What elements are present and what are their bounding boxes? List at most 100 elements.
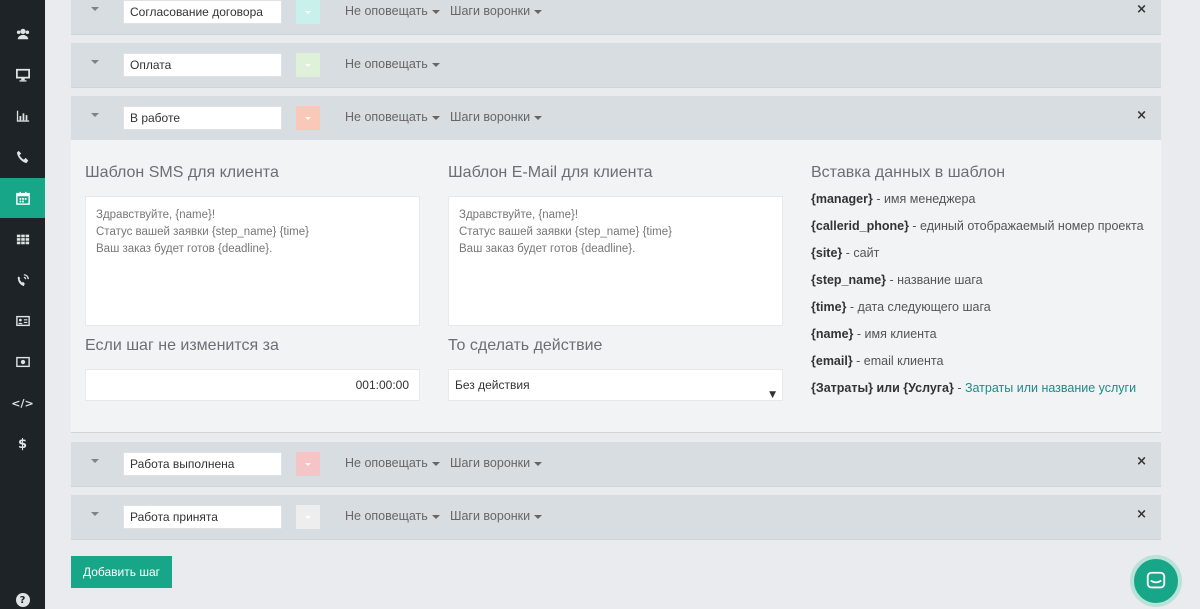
caret-down-icon [431,115,440,120]
step-header: Не оповещать [71,43,1161,87]
funnel-label: Шаги воронки [450,509,531,523]
step-name-input[interactable] [123,0,282,24]
vars-title: Вставка данных в шаблон [811,164,1006,181]
action-selected-value: Без действия [455,378,530,392]
id-card-icon [15,315,30,327]
caret-down-icon [431,461,440,466]
funnel-steps-dropdown[interactable]: Шаги воронки [450,4,543,18]
chat-widget-button[interactable] [1130,555,1182,607]
funnel-steps-dropdown[interactable]: Шаги воронки [450,456,543,470]
nav-finance[interactable] [0,342,45,382]
step-header: Не оповещать Шаги воронки × [71,0,1161,34]
close-icon[interactable]: × [1136,2,1147,17]
caret-down-icon [431,9,440,14]
nav-monitor[interactable] [0,55,45,95]
nav-stats[interactable] [0,96,45,136]
notify-dropdown[interactable]: Не оповещать [345,4,440,18]
var-key: {time} [811,300,847,314]
phone-icon [16,150,28,164]
nav-code[interactable]: </> [0,383,45,423]
color-picker[interactable] [296,0,320,24]
funnel-steps-dropdown[interactable]: Шаги воронки [450,509,543,523]
step-header: Не оповещать Шаги воронки × [71,495,1161,539]
nav-table[interactable] [0,219,45,259]
nav-billing[interactable]: $ [0,424,45,464]
step-row: Не оповещать Шаги воронки × [71,0,1161,35]
caret-down-icon [534,514,543,519]
chevron-down-icon[interactable] [91,7,99,13]
funnel-label: Шаги воронки [450,4,531,18]
close-icon[interactable]: × [1136,454,1147,469]
monitor-icon [15,68,30,82]
table-icon [16,234,29,245]
color-picker[interactable] [296,53,320,77]
notify-label: Не оповещать [345,110,428,124]
chevron-down-icon[interactable] [91,512,99,518]
funnel-steps-dropdown[interactable]: Шаги воронки [450,110,543,124]
step-name-input[interactable] [123,505,282,529]
color-picker[interactable] [296,106,320,130]
close-icon[interactable]: × [1136,108,1147,123]
var-key: {Затраты} или {Услуга} [811,381,954,395]
close-icon[interactable]: × [1136,507,1147,522]
nav-calls[interactable] [0,137,45,177]
notify-dropdown[interactable]: Не оповещать [345,509,440,523]
var-desc: - дата следующего шага [846,300,991,314]
var-item: {Затраты} или {Услуга} - Затраты или наз… [811,381,1156,408]
step-row: Не оповещать Шаги воронки × [71,495,1161,540]
var-link[interactable]: Затраты или название услуги [965,381,1136,395]
color-picker[interactable] [296,505,320,529]
sms-template-textarea[interactable]: Здравствуйте, {name}! Статус вашей заявк… [85,196,420,326]
notify-dropdown[interactable]: Не оповещать [345,456,440,470]
sms-template-title: Шаблон SMS для клиента [85,164,279,181]
nav-calendar[interactable] [0,178,45,218]
var-item: {time} - дата следующего шага [811,300,1156,327]
money-icon [15,356,30,368]
notify-dropdown[interactable]: Не оповещать [345,110,440,124]
bar-chart-icon [16,110,29,122]
nav-users[interactable] [0,14,45,54]
var-key: {name} [811,327,854,341]
nav-contacts[interactable] [0,301,45,341]
email-template-title: Шаблон E-Mail для клиента [448,164,653,181]
var-item: {step_name} - название шага [811,273,1156,300]
step-name-input[interactable] [123,53,282,77]
var-item: {email} - email клиента [811,354,1156,381]
phone-volume-icon [17,274,29,287]
notify-label: Не оповещать [345,4,428,18]
chevron-down-icon[interactable] [91,113,99,119]
notify-label: Не оповещать [345,509,428,523]
step-row: Не оповещать Шаги воронки × [71,442,1161,487]
var-item: {name} - имя клиента [811,327,1156,354]
calendar-icon [15,191,30,205]
timeout-title: Если шаг не изменится за [85,337,279,354]
action-select[interactable]: Без действия ▼ [448,369,783,401]
caret-down-icon [534,461,543,466]
caret-down-icon [534,115,543,120]
chevron-down-icon[interactable] [91,459,99,465]
email-template-textarea[interactable]: Здравствуйте, {name}! Статус вашей заявк… [448,196,783,326]
step-name-input[interactable] [123,106,282,130]
add-step-button[interactable]: Добавить шаг [71,556,172,588]
caret-down-icon: ▼ [769,390,776,400]
step-name-input[interactable] [123,452,282,476]
notify-label: Не оповещать [345,57,428,71]
step-settings: Шаблон SMS для клиента Здравствуйте, {na… [71,140,1161,432]
var-key: {manager} [811,192,873,206]
nav-help[interactable]: ? [0,580,45,609]
step-header: Не оповещать Шаги воронки × [71,442,1161,486]
timeout-input[interactable] [85,369,420,401]
var-desc: - название шага [886,273,983,287]
var-item: {callerid_phone} - единый отображаемый н… [811,219,1156,246]
var-key: {email} [811,354,853,368]
var-item: {site} - сайт [811,246,1156,273]
var-desc: - единый отображаемый номер проекта [908,219,1144,233]
notify-dropdown[interactable]: Не оповещать [345,57,440,71]
caret-down-icon [534,9,543,14]
color-picker[interactable] [296,452,320,476]
nav-call-volume[interactable] [0,260,45,300]
var-desc: - email клиента [852,354,944,368]
chevron-down-icon[interactable] [91,60,99,66]
caret-down-icon [431,514,440,519]
var-key: {callerid_phone} [811,219,909,233]
